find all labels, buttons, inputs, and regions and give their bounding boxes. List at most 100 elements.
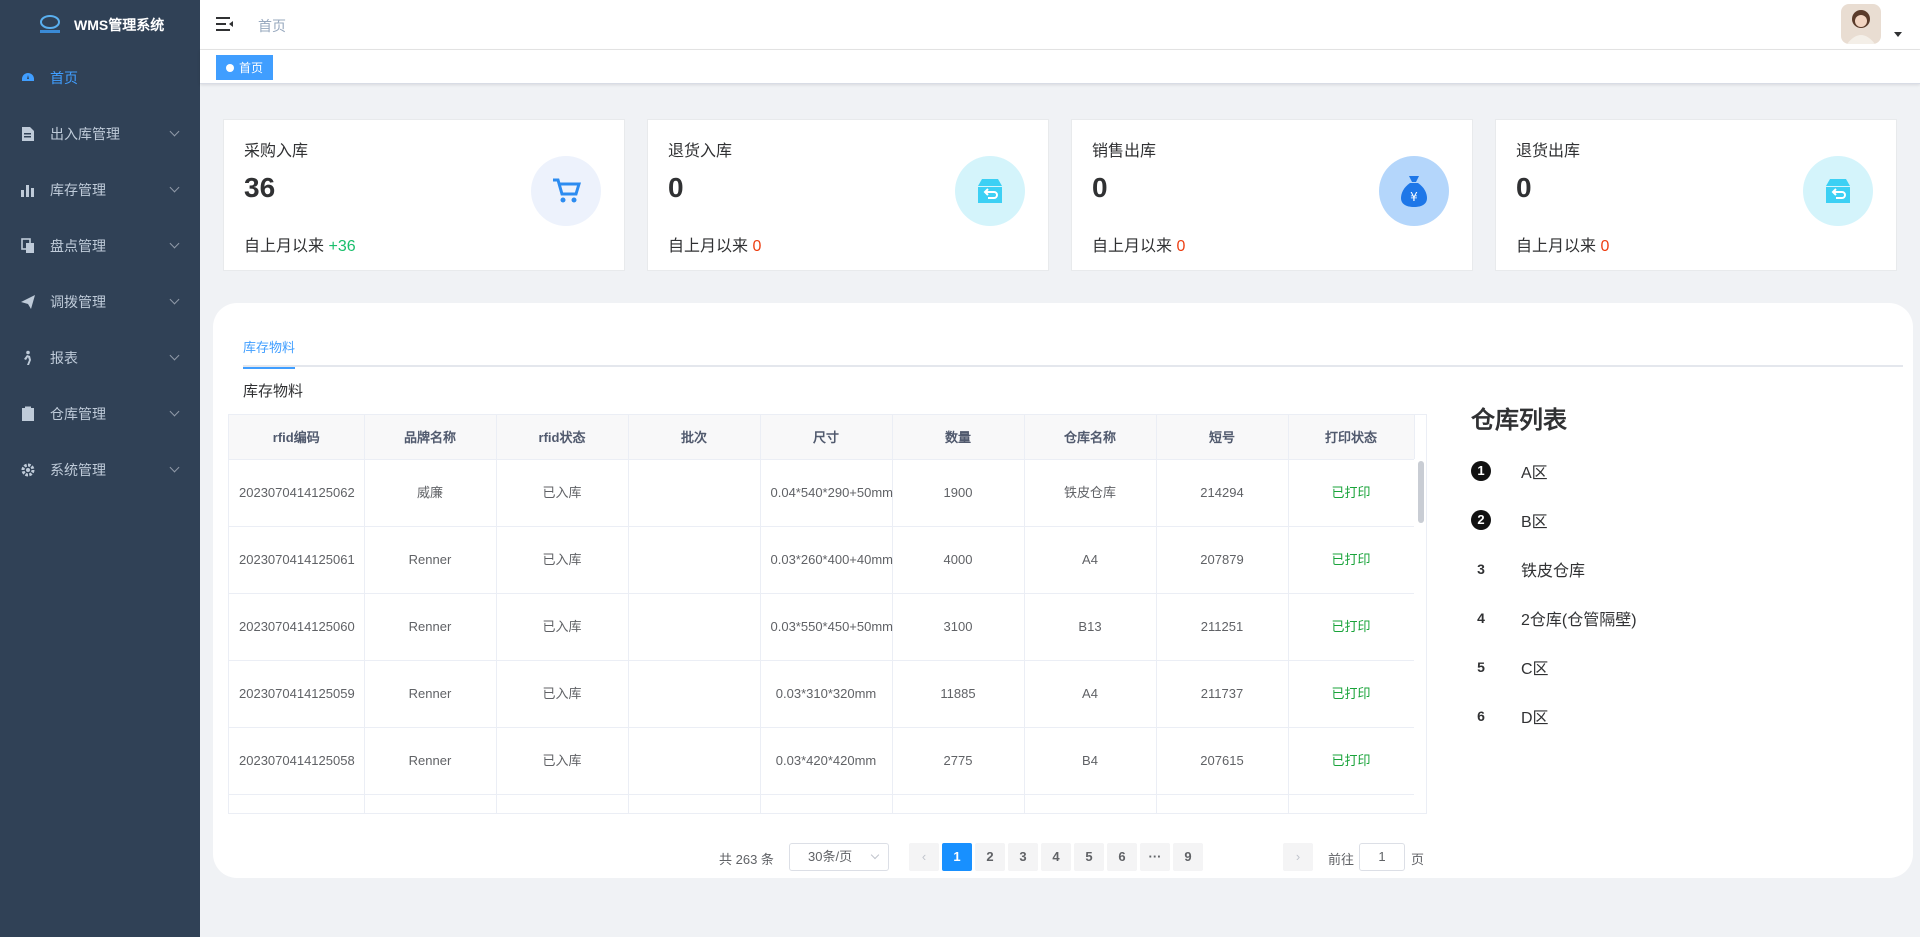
warehouse-rank: 6	[1477, 707, 1485, 724]
page-button[interactable]: 3	[1008, 843, 1038, 871]
card-footer-value: 0	[752, 238, 762, 255]
prev-page-button[interactable]: ‹	[909, 843, 939, 871]
sidebar: WMS管理系统 首页出入库管理 库存管理 盘点管理 调拨管理 报表 仓库管理 系统管理	[0, 0, 200, 937]
warehouse-item[interactable]: 3 铁皮仓库	[1471, 544, 1637, 593]
table-scrollbar-thumb[interactable]	[1418, 461, 1424, 523]
page-button[interactable]: 4	[1041, 843, 1071, 871]
table-cell	[628, 727, 761, 795]
sidebar-item-0[interactable]: 首页	[0, 50, 200, 106]
table-cell: Renner	[364, 593, 497, 661]
chevron-down-icon	[169, 126, 180, 137]
table-row[interactable]: 2023070414125057 0.03*400*300+50	[229, 794, 1415, 813]
warehouse-rank: 3	[1477, 560, 1485, 577]
table-cell: 0.03*310*320mm	[760, 660, 893, 728]
warehouse-item[interactable]: 4 2仓库(仓管隔壁)	[1471, 593, 1636, 642]
card-footer: 自上月以来 0	[1092, 232, 1185, 256]
sidebar-item-label: 首页	[50, 70, 78, 86]
table-cell: 2023070414125058	[229, 727, 365, 795]
money-bag-icon: ¥	[1379, 156, 1449, 226]
card-title: 退货入库	[668, 143, 733, 160]
column-header[interactable]: 批次	[628, 415, 761, 460]
more-pages-button[interactable]: ···	[1140, 843, 1170, 871]
table-cell	[628, 526, 761, 594]
table-cell	[628, 459, 761, 527]
main-panel: 库存物料 库存物料 rfid编码 品牌名称 rfid状态 批次 尺寸 数量 仓库名称 短号 打印…	[213, 303, 1913, 878]
sidebar-item-4[interactable]: 调拨管理	[0, 274, 200, 330]
tabs: 库存物料	[243, 331, 1903, 369]
chevron-down-icon	[169, 350, 180, 361]
card-value: 0	[1092, 172, 1108, 203]
table-cell: 已入库	[496, 526, 629, 594]
card-value: 0	[1516, 172, 1532, 203]
table-cell	[1024, 794, 1157, 813]
sidebar-item-2[interactable]: 库存管理	[0, 162, 200, 218]
table-row[interactable]: 2023070414125061 Renner 已入库 0.03*260*400+40…	[229, 526, 1415, 594]
table-row[interactable]: 2023070414125062 威廉 已入库 0.04*540*290+50mm 19…	[229, 459, 1415, 527]
table-cell: 211737	[1156, 660, 1289, 728]
table-row[interactable]: 2023070414125059 Renner 已入库 0.03*310*320mm 1…	[229, 660, 1415, 728]
warehouse-item[interactable]: 6 D区	[1471, 691, 1637, 740]
page-button[interactable]: 9	[1173, 843, 1203, 871]
sidebar-item-1[interactable]: 出入库管理	[0, 106, 200, 162]
table-cell	[892, 794, 1025, 813]
warehouse-name: A区	[1521, 464, 1548, 482]
column-header[interactable]: rfid编码	[229, 415, 365, 460]
page-button[interactable]: 6	[1107, 843, 1137, 871]
table-cell	[628, 593, 761, 661]
table-row[interactable]: 2023070414125058 Renner 已入库 0.03*420*420mm 2…	[229, 727, 1415, 795]
page-button[interactable]: 5	[1074, 843, 1104, 871]
app-logo[interactable]: WMS管理系统	[0, 0, 200, 50]
avatar-dropdown-caret-icon[interactable]	[1894, 32, 1902, 37]
table-cell: 已入库	[496, 660, 629, 728]
table-cell: 11885	[892, 660, 1025, 728]
sidebar-item-6[interactable]: 仓库管理	[0, 386, 200, 442]
chevron-down-icon	[870, 850, 880, 860]
column-header[interactable]: rfid状态	[496, 415, 629, 460]
table-cell: 211251	[1156, 593, 1289, 661]
warehouse-item[interactable]: 5 C区	[1471, 642, 1637, 691]
column-header[interactable]: 尺寸	[760, 415, 893, 460]
next-page-button[interactable]: ›	[1283, 843, 1313, 871]
warehouse-name: C区	[1521, 660, 1549, 678]
page-size-select[interactable]: 30条/页	[789, 843, 889, 871]
hamburger-icon[interactable]	[216, 16, 234, 32]
card-footer-value: 0	[1600, 238, 1610, 255]
avatar[interactable]	[1841, 4, 1881, 44]
table-cell: A4	[1024, 660, 1157, 728]
chevron-down-icon	[169, 462, 180, 473]
column-header[interactable]: 短号	[1156, 415, 1289, 460]
table-cell: 0.03*420*420mm	[760, 727, 893, 795]
cart-icon	[531, 156, 601, 226]
jump-page-input[interactable]: 1	[1359, 843, 1405, 871]
table-cell: 0.03*550*450+50mm	[760, 593, 893, 661]
table-cell	[628, 660, 761, 728]
card-title: 销售出库	[1092, 143, 1157, 160]
tab-inventory[interactable]: 库存物料	[243, 337, 296, 369]
warehouse-list-title: 仓库列表	[1471, 407, 1567, 434]
table-row[interactable]: 2023070414125060 Renner 已入库 0.03*550*450+50…	[229, 593, 1415, 661]
tag-home[interactable]: 首页	[216, 55, 274, 80]
card-footer: 自上月以来 0	[1516, 232, 1609, 256]
warehouse-rank: 4	[1477, 609, 1485, 626]
column-header[interactable]: 品牌名称	[364, 415, 497, 460]
card-footer-label: 自上月以来	[668, 238, 749, 255]
gear-icon	[20, 462, 36, 478]
card-footer-value: 0	[1176, 238, 1186, 255]
column-header[interactable]: 数量	[892, 415, 1025, 460]
warehouse-item[interactable]: 2 B区	[1471, 495, 1637, 544]
column-header[interactable]: 仓库名称	[1024, 415, 1157, 460]
stat-card: 销售出库 0 自上月以来 0 ¥	[1071, 119, 1473, 271]
warehouse-item[interactable]: 1 A区	[1471, 446, 1637, 495]
return-box-icon	[1803, 156, 1873, 226]
sidebar-item-5[interactable]: 报表	[0, 330, 200, 386]
sidebar-item-3[interactable]: 盘点管理	[0, 218, 200, 274]
table-cell: 已打印	[1288, 526, 1415, 594]
page-button[interactable]: 1	[942, 843, 972, 871]
breadcrumb[interactable]: 首页	[258, 16, 286, 36]
column-header[interactable]: 打印状态	[1288, 415, 1415, 460]
card-footer: 自上月以来 +36	[244, 232, 356, 256]
table-cell: 已打印	[1288, 727, 1415, 795]
page-button[interactable]: 2	[975, 843, 1005, 871]
section-title: 库存物料	[243, 383, 304, 400]
sidebar-item-7[interactable]: 系统管理	[0, 442, 200, 498]
